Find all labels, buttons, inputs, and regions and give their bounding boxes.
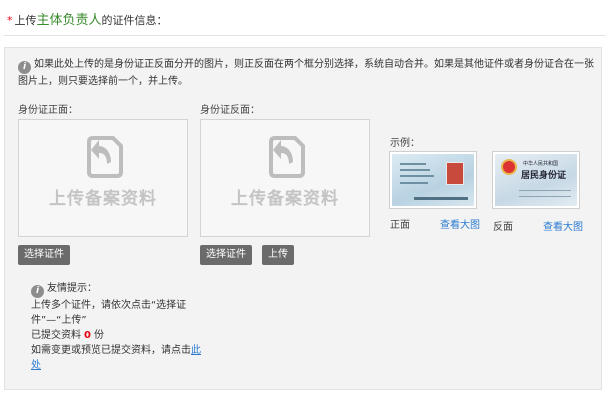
back-choose-button[interactable]: 选择证件: [200, 245, 252, 265]
title-prefix: 上传: [14, 14, 37, 27]
info-icon: i: [31, 285, 44, 298]
submitted-unit: 份: [93, 330, 104, 341]
section-title: * 上传主体负责人的证件信息：: [7, 12, 168, 30]
tips-title: 友情提示：: [47, 283, 97, 294]
back-label: 身份证反面：: [200, 105, 260, 116]
upload-button[interactable]: 上传: [262, 245, 294, 265]
submitted-count: 0: [84, 330, 91, 341]
upload-panel: i 如果此处上传的是身份证正反面分开的图片，则正反面在两个框分别选择，系统自动合并…: [4, 47, 602, 390]
friendly-tips: i 友情提示： 上传多个证件，请依次点击“选择证件”—“上传” 已提交资料 0 份 如…: [31, 281, 209, 373]
id-front-sample-image: [389, 151, 477, 209]
view-front-large-link[interactable]: 查看大图: [440, 216, 480, 231]
id-back-sample-image: 中华人民共和国 居民身份证: [492, 151, 580, 209]
view-back-large-link[interactable]: 查看大图: [543, 218, 583, 233]
info-icon: i: [18, 61, 31, 74]
title-emphasis: 主体负责人: [36, 13, 102, 28]
front-caption: 正面: [390, 220, 410, 231]
front-label: 身份证正面：: [18, 105, 78, 116]
back-placeholder-text: 上传备案资料: [231, 189, 339, 209]
card-back-line2: 居民身份证: [521, 171, 567, 181]
back-upload-box[interactable]: 上传备案资料: [200, 119, 370, 237]
front-placeholder-text: 上传备案资料: [49, 189, 157, 209]
example-label: 示例：: [390, 138, 420, 149]
back-caption: 反面: [493, 222, 513, 233]
front-choose-button[interactable]: 选择证件: [18, 245, 70, 265]
title-suffix: 的证件信息：: [101, 14, 168, 27]
tips-line-1: 上传多个证件，请依次点击“选择证件”—“上传”: [31, 300, 187, 326]
upload-doc-icon: [87, 136, 123, 178]
required-mark: *: [7, 14, 13, 27]
submitted-prefix: 已提交资料: [31, 330, 81, 341]
divider: [4, 35, 606, 36]
front-upload-box[interactable]: 上传备案资料: [18, 119, 188, 237]
change-prefix: 如需变更或预览已提交资料，请点击: [31, 345, 191, 356]
upload-doc-icon: [269, 136, 305, 178]
card-back-line1: 中华人民共和国: [523, 161, 559, 167]
tips-title-row: i 友情提示：: [31, 281, 209, 298]
notice-text: 如果此处上传的是身份证正反面分开的图片，则正反面在两个框分别选择，系统自动合并。…: [18, 59, 594, 87]
upload-notice: i 如果此处上传的是身份证正反面分开的图片，则正反面在两个框分别选择，系统自动合并…: [18, 57, 596, 90]
